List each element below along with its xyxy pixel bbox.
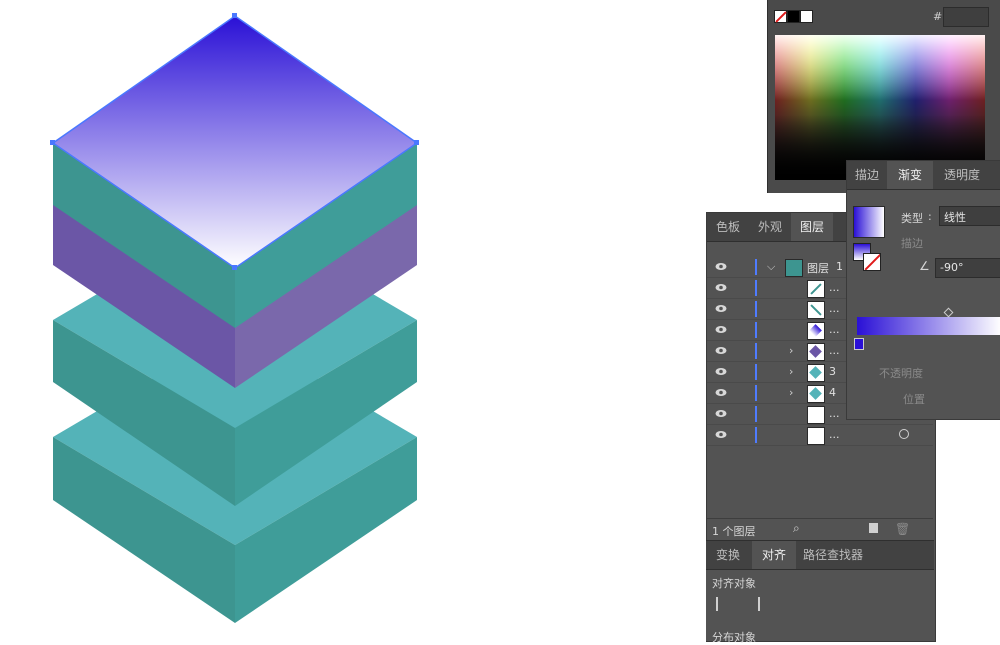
tab-appearance[interactable]: 外观	[749, 213, 791, 241]
tab-stroke[interactable]: 描边	[847, 161, 887, 189]
chevron-right-icon[interactable]: ›	[789, 386, 793, 399]
gradient-preview-swatch[interactable]	[853, 206, 885, 238]
gradient-tabbar: 描边 渐变 透明度	[847, 161, 1000, 190]
chevron-right-icon[interactable]: ›	[789, 365, 793, 378]
none-swatch[interactable]	[774, 10, 787, 23]
eye-icon[interactable]	[715, 325, 727, 334]
tab-swatches[interactable]: 色板	[707, 213, 749, 241]
eye-icon[interactable]	[715, 388, 727, 397]
tab-layers[interactable]: 图层	[791, 213, 833, 241]
layer-thumbnail	[807, 364, 825, 382]
layers-footer: 1 个图层 ⌕ 🗑	[707, 518, 933, 541]
tab-gradient[interactable]: 渐变	[887, 161, 933, 189]
layer-name: 图层	[807, 262, 829, 275]
eye-icon[interactable]	[715, 367, 727, 376]
gradient-type-select[interactable]: 线性	[939, 206, 1000, 226]
layer-thumbnail	[807, 301, 825, 319]
eye-icon[interactable]	[715, 430, 727, 439]
sublayer-name: ...	[829, 302, 840, 315]
stroke-label: 描边	[901, 237, 923, 250]
gradient-stop-left[interactable]	[854, 338, 864, 350]
eye-icon[interactable]	[715, 262, 727, 271]
target-circle-icon[interactable]	[899, 429, 909, 439]
group-name: ...	[829, 344, 840, 357]
align-left-icon[interactable]	[716, 597, 718, 611]
angle-icon: ∠	[919, 259, 930, 273]
chevron-down-icon[interactable]: ⌵	[767, 260, 775, 274]
layer-thumbnail	[807, 343, 825, 361]
midpoint-diamond[interactable]	[943, 307, 954, 318]
angle-input[interactable]: -90°	[935, 258, 1000, 278]
white-swatch[interactable]	[800, 10, 813, 23]
sublayer-name: ...	[829, 323, 840, 336]
tab-transform[interactable]: 变换	[706, 541, 750, 569]
type-label: 类型	[901, 212, 923, 225]
group-name: 4	[829, 386, 836, 399]
eye-icon[interactable]	[715, 304, 727, 313]
tab-align[interactable]: 对齐	[752, 541, 796, 569]
tab-pathfinder[interactable]: 路径查找器	[798, 541, 868, 569]
gradient-slider[interactable]	[857, 317, 1000, 335]
new-layer-icon[interactable]	[869, 523, 878, 533]
distribute-objects-label: 分布对象	[712, 631, 756, 644]
group-name: 3	[829, 365, 836, 378]
layer-count: 1 个图层	[712, 525, 756, 538]
layer-thumbnail	[807, 322, 825, 340]
chevron-right-icon[interactable]: ›	[789, 344, 793, 357]
align-tabbar: 变换 对齐 路径查找器	[706, 541, 934, 570]
opacity-label: 不透明度	[879, 367, 923, 380]
sublayer-name: ...	[829, 407, 840, 420]
sublayer-name: ...	[829, 428, 840, 441]
align-center-icon[interactable]	[758, 597, 760, 611]
layer-thumbnail	[807, 280, 825, 298]
layer-thumbnail	[807, 406, 825, 424]
hex-label: #	[933, 10, 943, 23]
search-icon[interactable]: ⌕	[793, 521, 800, 536]
layer-thumbnail	[807, 385, 825, 403]
eye-icon[interactable]	[715, 346, 727, 355]
align-panel: 变换 对齐 路径查找器 对齐对象 分布对象	[706, 540, 934, 644]
position-label: 位置	[903, 393, 925, 406]
layer-thumbnail	[807, 427, 825, 445]
align-objects-label: 对齐对象	[712, 577, 756, 590]
delete-icon[interactable]: 🗑	[895, 522, 910, 536]
stroke-none-swatch[interactable]	[863, 253, 881, 271]
hex-input[interactable]	[943, 7, 989, 27]
layer-number: 1	[836, 260, 843, 273]
sublayer-name: ...	[829, 281, 840, 294]
eye-icon[interactable]	[715, 409, 727, 418]
layer-thumbnail	[785, 259, 803, 277]
eye-icon[interactable]	[715, 283, 727, 292]
layer-row-sub[interactable]: ...	[707, 425, 933, 446]
tab-transparency[interactable]: 透明度	[937, 161, 987, 189]
artboard-canvas[interactable]	[0, 0, 700, 640]
color-spectrum[interactable]	[775, 35, 985, 180]
gradient-panel: 描边 渐变 透明度 类型 : 线性 描边 ∠ -90° 不透明度 位置	[846, 160, 1000, 420]
black-swatch[interactable]	[787, 10, 800, 23]
